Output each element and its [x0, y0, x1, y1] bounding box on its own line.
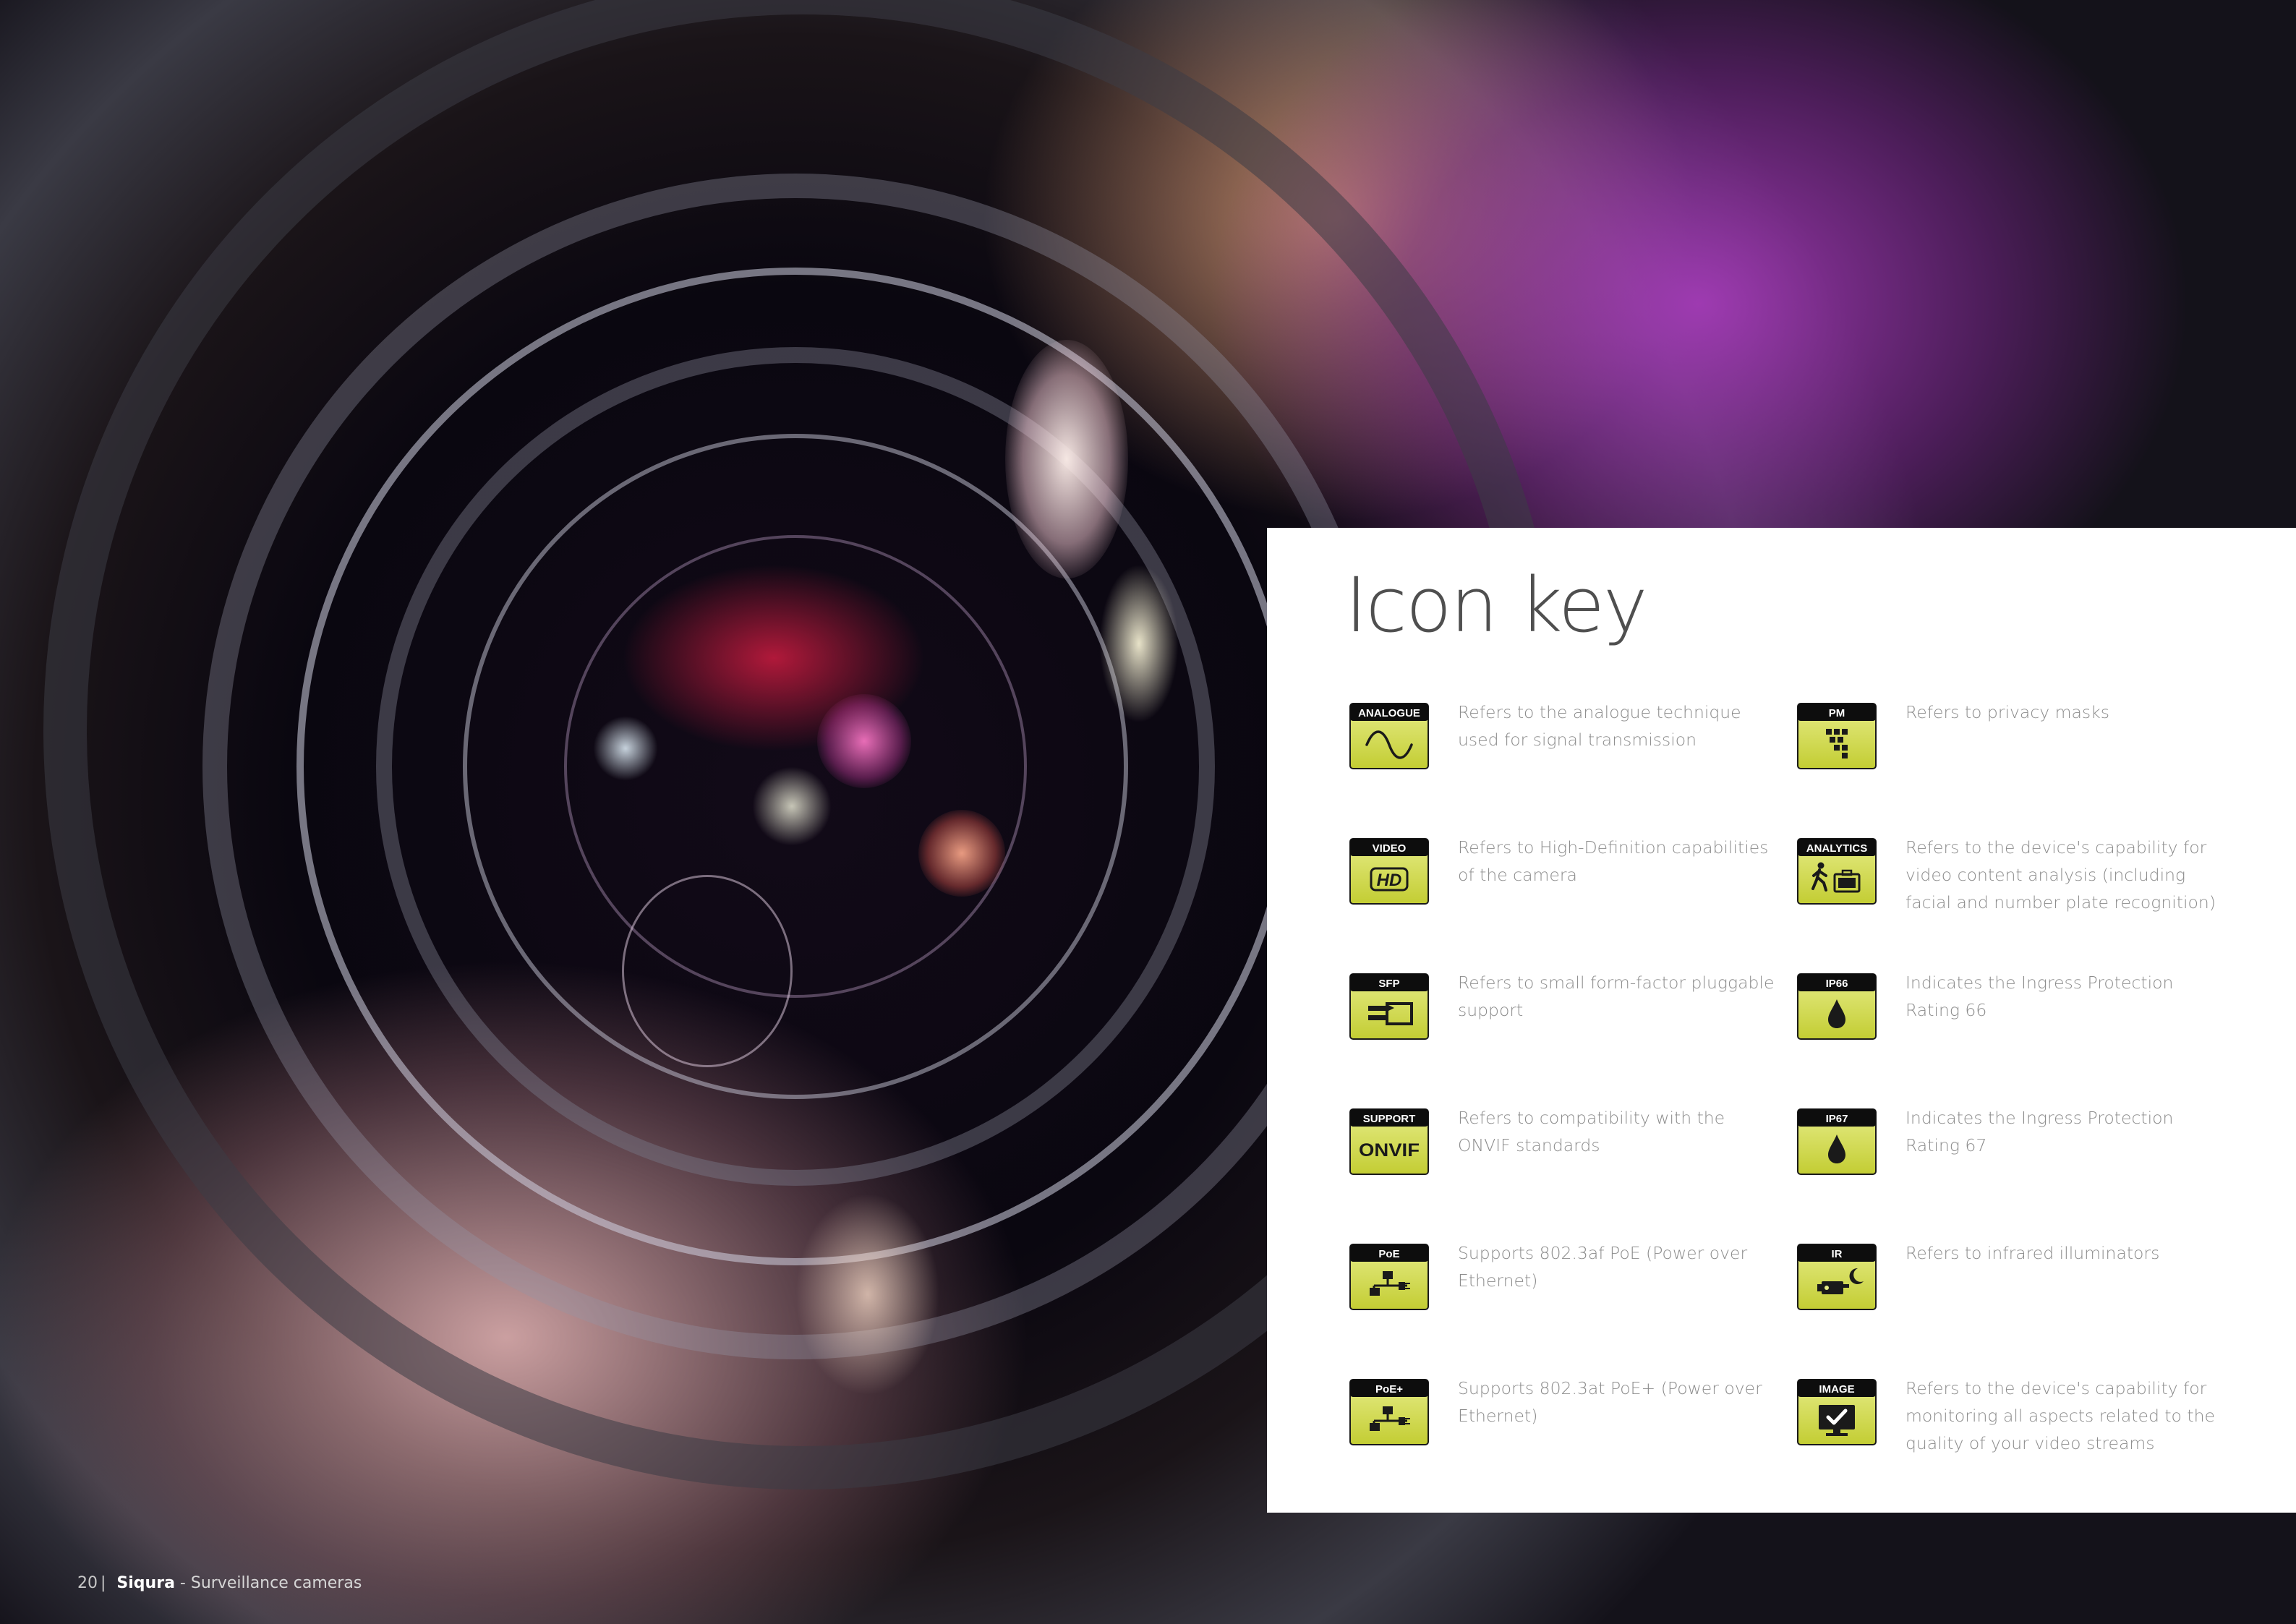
- svg-text:PM: PM: [1829, 707, 1845, 719]
- sfp-badge-icon: SFP: [1349, 973, 1429, 1040]
- lens-flare: [593, 716, 658, 781]
- icon-description: Indicates the Ingress Protection Rating …: [1905, 1108, 2174, 1155]
- icon-key-item: ANALYTICS Refers to the device's capabil…: [1797, 837, 2245, 961]
- poe-plus-badge-icon: PoE+: [1349, 1379, 1429, 1445]
- svg-text:PoE+: PoE+: [1375, 1383, 1403, 1396]
- icon-key-item: SUPPORT ONVIF Refers to compatibility wi…: [1349, 1108, 1798, 1231]
- analogue-badge-icon: ANALOGUE: [1349, 703, 1429, 769]
- icon-description: Supports 802.3af PoE (Power over Etherne…: [1458, 1243, 1748, 1291]
- svg-text:PoE: PoE: [1378, 1248, 1399, 1260]
- icon-key-item: IMAGE Refers to the device's capability …: [1797, 1378, 2245, 1502]
- svg-text:SUPPORT: SUPPORT: [1363, 1113, 1416, 1125]
- icon-description: Refers to High-Definition capabilities o…: [1458, 837, 1769, 885]
- svg-text:IMAGE: IMAGE: [1819, 1383, 1854, 1396]
- svg-text:ANALYTICS: ANALYTICS: [1806, 842, 1867, 855]
- icon-key-item: PoE Supports 802.3af PoE (Power over Eth…: [1349, 1243, 1798, 1367]
- support-onvif-badge-icon: SUPPORT ONVIF: [1349, 1108, 1429, 1175]
- lens-flare: [817, 694, 911, 788]
- svg-text:ONVIF: ONVIF: [1359, 1140, 1420, 1161]
- icon-key-item: IR Refers to infrared illuminators: [1797, 1243, 2245, 1367]
- icon-description: Refers to privacy masks: [1905, 702, 2109, 722]
- icon-description: Refers to the device's capability for vi…: [1905, 837, 2216, 913]
- svg-text:IP67: IP67: [1826, 1113, 1848, 1125]
- lens-flare: [918, 810, 1005, 897]
- analytics-badge-icon: ANALYTICS: [1797, 838, 1877, 905]
- svg-text:VIDEO: VIDEO: [1373, 842, 1407, 855]
- icon-key-item: PoE+ Supports 802.3at PoE+ (Power over E…: [1349, 1378, 1798, 1502]
- icon-description: Supports 802.3at PoE+ (Power over Ethern…: [1458, 1378, 1762, 1426]
- icon-description: Refers to the device's capability for mo…: [1905, 1378, 2215, 1453]
- video-hd-badge-icon: VIDEO HD: [1349, 838, 1429, 905]
- page-footer: 20 | Siqura - Surveillance cameras: [77, 1574, 362, 1592]
- lens-flare: [1005, 340, 1128, 578]
- lens-flare: [622, 875, 793, 1067]
- icon-description: Refers to infrared illuminators: [1905, 1243, 2160, 1263]
- icon-description: Refers to small form-factor pluggable su…: [1458, 973, 1775, 1020]
- ir-badge-icon: IR: [1797, 1244, 1877, 1310]
- icon-key-item: SFP Refers to small form-factor pluggabl…: [1349, 973, 1798, 1096]
- lens-flare: [1099, 564, 1179, 723]
- lens-flare: [795, 1193, 940, 1396]
- icon-key-item: ANALOGUE Refers to the analogue techniqu…: [1349, 702, 1798, 826]
- svg-text:IP66: IP66: [1826, 978, 1848, 990]
- pm-badge-icon: PM: [1797, 703, 1877, 769]
- page-number: 20: [77, 1574, 98, 1592]
- panel-title: Icon key: [1345, 561, 1648, 649]
- svg-text:HD: HD: [1377, 871, 1402, 890]
- svg-text:IR: IR: [1832, 1248, 1843, 1260]
- icon-key-item: PM Refers to privacy masks: [1797, 702, 2245, 826]
- icon-key-item: VIDEO HD Refers to High-Definition capab…: [1349, 837, 1798, 961]
- icon-description: Refers to compatibility with the ONVIF s…: [1458, 1108, 1725, 1155]
- icon-key-item: IP67 Indicates the Ingress Protection Ra…: [1797, 1108, 2245, 1231]
- image-badge-icon: IMAGE: [1797, 1379, 1877, 1445]
- icon-key-panel: Icon key ANALOGUE Refers to the analogue…: [1267, 528, 2296, 1513]
- svg-text:SFP: SFP: [1378, 978, 1399, 990]
- icon-description: Refers to the analogue technique used fo…: [1458, 702, 1741, 750]
- ip66-badge-icon: IP66: [1797, 973, 1877, 1040]
- poe-badge-icon: PoE: [1349, 1244, 1429, 1310]
- svg-text:ANALOGUE: ANALOGUE: [1358, 707, 1420, 719]
- footer-brand: Siqura: [116, 1574, 175, 1592]
- icon-key-item: IP66 Indicates the Ingress Protection Ra…: [1797, 973, 2245, 1096]
- icon-description: Indicates the Ingress Protection Rating …: [1905, 973, 2174, 1020]
- footer-tagline: - Surveillance cameras: [179, 1574, 362, 1592]
- ip67-badge-icon: IP67: [1797, 1108, 1877, 1175]
- lens-flare: [752, 766, 832, 846]
- footer-separator: |: [101, 1574, 106, 1592]
